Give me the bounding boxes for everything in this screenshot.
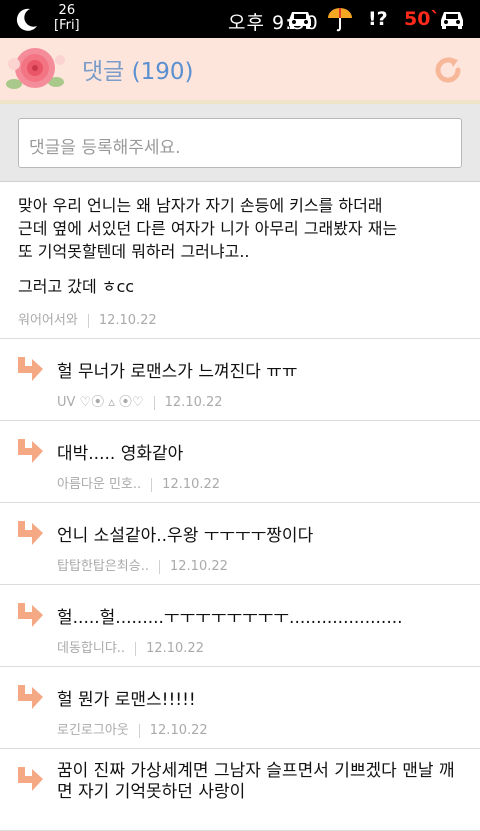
header: 댓글 (190) <box>0 38 480 104</box>
reply-item[interactable]: 헐.....헐.........ㅜㅜㅜㅜㅜㅜㅜㅜ................… <box>0 585 480 667</box>
comment-input-area: 댓글을 등록해주세요. <box>0 104 480 182</box>
reply-text: 꿈이 진짜 가상세계면 그남자 슬프면서 기쁘겠다 맨날 깨면 자기 기억못하던… <box>57 761 455 802</box>
svg-text:z: z <box>27 17 31 25</box>
main-comment-line: 또 기억못할텐데 뭐하러 그러냐고.. <box>18 242 250 261</box>
reply-item[interactable]: 헐 뭔가 로맨스!!!!! 로긴로그아웃 12.10.22 <box>0 667 480 749</box>
main-comment-text: 맞아 우리 언니는 왜 남자가 자기 손등에 키스를 하더래 근데 옆에 서있던… <box>18 194 462 263</box>
reply-date: 12.10.22 <box>162 477 221 492</box>
reply-meta: 데동합니댜.. 12.10.22 <box>57 637 204 656</box>
comment-author: 워어어서와 <box>18 313 78 328</box>
reply-author: 로긴로그아웃 <box>57 723 129 738</box>
reply-text: 대박..... 영화같아 <box>57 444 184 464</box>
status-alert: !? <box>368 8 388 30</box>
comment-date: 12.10.22 <box>98 313 157 328</box>
reply-item[interactable]: 언니 소설같아..우왕 ㅜㅜㅜㅜ짱이다 탑탑한탑은최승.. 12.10.22 <box>0 503 480 585</box>
reply-text: 헐 무너가 로맨스가 느껴진다 ㅠㅠ <box>57 362 298 382</box>
reply-text: 헐 뭔가 로맨스!!!!! <box>57 690 196 710</box>
reply-arrow-icon <box>18 521 43 545</box>
comment-count: (190) <box>131 59 194 85</box>
main-comment-line: 근데 옆에 서있던 다른 여자가 니가 아무리 그래봤자 재는 <box>18 219 398 238</box>
refresh-icon[interactable] <box>432 54 464 86</box>
status-date: 26 [Fri] <box>54 3 80 33</box>
main-comment-line: 맞아 우리 언니는 왜 남자가 자기 손등에 키스를 하더래 <box>18 196 383 215</box>
reply-author: 데동합니댜.. <box>57 641 126 656</box>
reply-arrow-icon <box>18 603 43 627</box>
reply-date: 12.10.22 <box>164 395 223 410</box>
reply-arrow-icon <box>18 685 43 709</box>
main-comment-meta: 워어어서와 12.10.22 <box>18 297 462 338</box>
meta-divider <box>135 641 137 656</box>
flower-icon <box>6 48 65 89</box>
reply-author: UV ♡⦿ ▵ ⦿♡ <box>57 395 144 410</box>
status-date-day: 26 <box>58 3 76 18</box>
comment-list[interactable]: 맞아 우리 언니는 왜 남자가 자기 손등에 키스를 하더래 근데 옆에 서있던… <box>0 182 480 831</box>
reply-arrow-icon <box>18 357 43 381</box>
moon-icon: z <box>16 8 37 31</box>
reply-arrow-icon <box>18 767 43 791</box>
reply-meta: 아름다운 민호.. 12.10.22 <box>57 473 220 492</box>
car-icon <box>441 12 463 29</box>
reply-item[interactable]: 꿈이 진짜 가상세계면 그남자 슬프면서 기쁘겠다 맨날 깨면 자기 기억못하던… <box>0 749 480 831</box>
reply-text: 헐.....헐.........ㅜㅜㅜㅜㅜㅜㅜㅜ................… <box>57 608 403 628</box>
comment-input[interactable]: 댓글을 등록해주세요. <box>18 118 462 168</box>
meta-divider <box>138 723 140 738</box>
meta-divider <box>87 313 89 328</box>
main-comment[interactable]: 맞아 우리 언니는 왜 남자가 자기 손등에 키스를 하더래 근데 옆에 서있던… <box>0 182 480 339</box>
meta-divider <box>159 559 160 574</box>
umbrella-icon <box>328 8 352 32</box>
reply-author: 탑탑한탑은최승.. <box>57 559 149 574</box>
reply-meta: UV ♡⦿ ▵ ⦿♡ 12.10.22 <box>57 391 223 410</box>
status-bar: z 26 [Fri] 오후 9:30 !? 50` <box>0 0 480 38</box>
status-date-weekday: [Fri] <box>54 18 80 33</box>
reply-meta: 탑탑한탑은최승.. 12.10.22 <box>57 555 228 574</box>
page-title: 댓글 (190) <box>82 52 194 86</box>
reply-item[interactable]: 헐 무너가 로맨스가 느껴진다 ㅠㅠ UV ♡⦿ ▵ ⦿♡ 12.10.22 <box>0 339 480 421</box>
reply-author: 아름다운 민호.. <box>57 477 142 492</box>
reply-meta: 로긴로그아웃 12.10.22 <box>57 719 208 738</box>
meta-divider <box>153 395 155 410</box>
status-temperature: 50` <box>404 8 440 30</box>
reply-date: 12.10.22 <box>146 641 204 656</box>
page-title-label: 댓글 <box>82 59 125 85</box>
reply-arrow-icon <box>18 439 43 463</box>
meta-divider <box>151 477 153 492</box>
car-icon <box>289 12 311 29</box>
reply-text: 언니 소설같아..우왕 ㅜㅜㅜㅜ짱이다 <box>57 526 314 546</box>
reply-date: 12.10.22 <box>149 723 208 738</box>
reply-date: 12.10.22 <box>170 559 228 574</box>
reply-item[interactable]: 대박..... 영화같아 아름다운 민호.. 12.10.22 <box>0 421 480 503</box>
main-comment-text2: 그러고 갔데 ㅎcc <box>18 277 135 296</box>
